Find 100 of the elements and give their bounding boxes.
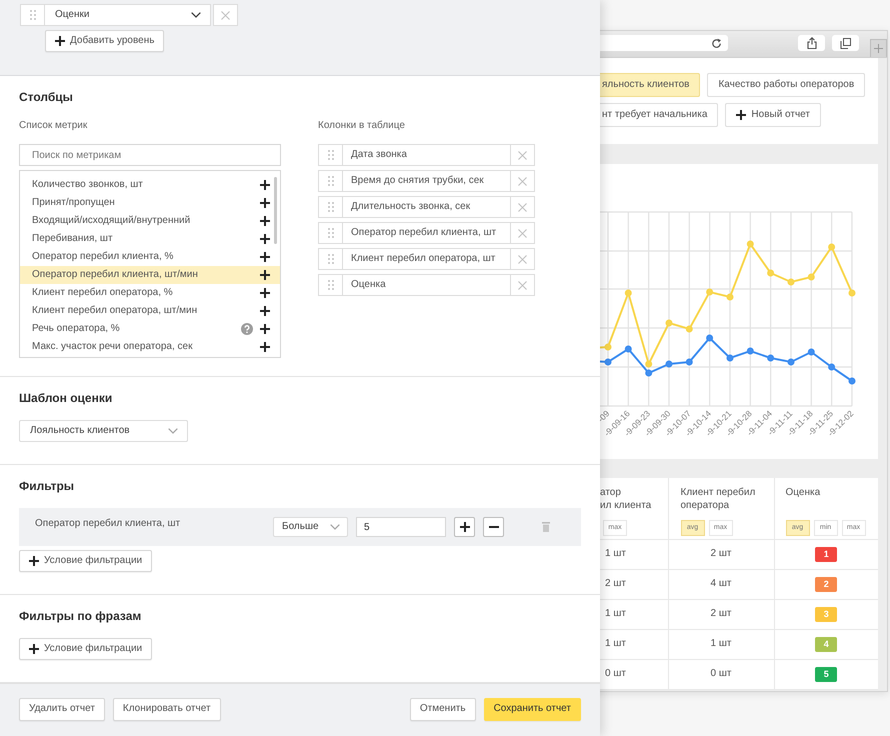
operator-select[interactable]: Больше (273, 517, 348, 537)
primary-button[interactable]: Сохранить отчет (484, 698, 581, 721)
remove-button[interactable] (510, 196, 535, 218)
plus-icon (736, 110, 746, 120)
plus-icon (29, 644, 39, 654)
grip-icon (328, 280, 334, 290)
remove-button[interactable] (510, 170, 535, 192)
field-label: Список метрик (19, 119, 88, 133)
metric-item[interactable]: Речь оператора, % (20, 320, 280, 338)
template-select[interactable]: Лояльность клиентов (19, 420, 188, 442)
drag-handle[interactable] (20, 4, 45, 26)
plus-icon (874, 44, 884, 53)
add-condition-button[interactable]: Условие фильтрации (19, 550, 152, 572)
new-report-button[interactable]: Новый отчет (725, 103, 821, 127)
data-point (788, 358, 794, 366)
data-point (726, 294, 734, 300)
table-cell: 2 шт (668, 600, 774, 630)
column-name: Оператор перебил клиента, шт (342, 222, 511, 244)
metric-item[interactable]: Входящий/исходящий/внутренний (20, 212, 280, 230)
trash-icon (542, 522, 550, 532)
drag-handle[interactable] (318, 248, 343, 270)
close-icon (221, 10, 230, 20)
plus-icon (260, 288, 270, 298)
metric-item[interactable]: Количество звонков, шт (20, 176, 280, 194)
remove-button[interactable] (510, 144, 535, 166)
data-point (666, 360, 672, 368)
plus-icon (260, 252, 270, 262)
data-point (645, 370, 652, 376)
footer-button[interactable]: Отменить (410, 698, 476, 721)
drag-handle[interactable] (318, 170, 343, 192)
table-cell: 4 шт (668, 570, 774, 600)
metric-item[interactable]: Клиент перебил оператора, шт/мин (20, 302, 280, 320)
plus-icon (260, 306, 270, 316)
plus-icon (460, 522, 470, 532)
column-name: Клиент перебил оператора, шт (342, 248, 511, 270)
add-level-button[interactable]: Добавить уровень (45, 30, 164, 52)
metric-item[interactable]: Перебивания, шт (20, 230, 280, 248)
close-icon (518, 202, 527, 212)
column-header: Оценка (786, 486, 820, 499)
drag-handle[interactable] (318, 222, 343, 244)
data-point (645, 360, 652, 368)
decrement-button[interactable] (483, 517, 504, 537)
metric-item[interactable]: Макс. участок речи оператора, сек (20, 338, 280, 356)
column-name: Дата звонка (342, 144, 511, 166)
score-badge: 3 (815, 607, 838, 622)
remove-button[interactable] (510, 248, 535, 270)
section-title: Фильтры по фразам (19, 608, 142, 624)
close-icon (518, 228, 527, 238)
data-point (666, 320, 672, 326)
plus-icon (260, 324, 270, 334)
remove-button[interactable] (510, 222, 535, 244)
add-condition-button[interactable]: Условие фильтрации (19, 638, 152, 660)
scrollbar-thumb[interactable] (274, 177, 277, 244)
metric-item[interactable]: Клиент перебил оператора, % (20, 284, 280, 302)
tabs-button[interactable] (832, 35, 860, 51)
data-point (726, 354, 734, 362)
section-title: Фильтры (19, 478, 76, 494)
close-icon (518, 176, 527, 186)
data-point (767, 354, 774, 362)
plus-icon (260, 198, 270, 208)
data-point (828, 364, 836, 370)
tabs-icon (840, 38, 852, 48)
metric-item[interactable]: Принят/пропущен (20, 194, 280, 212)
data-point (686, 326, 693, 332)
chevron-icon (330, 524, 340, 530)
new-tab-button[interactable] (870, 39, 887, 57)
remove-button[interactable] (213, 4, 238, 26)
remove-button[interactable] (510, 274, 535, 296)
delete-button[interactable] (542, 522, 550, 532)
table-cell: 1 шт (668, 630, 774, 660)
footer-button[interactable]: Клонировать отчет (112, 698, 221, 721)
chevron-icon (191, 12, 201, 18)
table-cell: 2 шт (668, 540, 774, 570)
grip-icon (328, 228, 334, 238)
level-select[interactable]: Оценки (44, 4, 211, 26)
increment-button[interactable] (454, 517, 475, 537)
chevron-icon (168, 428, 178, 434)
column-header: атор ил клиента (600, 486, 652, 512)
drag-handle[interactable] (318, 144, 343, 166)
table-cell: 0 шт (668, 660, 774, 690)
data-point (808, 348, 815, 356)
minus-icon (488, 526, 498, 528)
drag-handle[interactable] (318, 196, 343, 218)
data-point (624, 290, 632, 296)
data-point (706, 288, 714, 296)
metric-item[interactable]: Оператор перебил клиента, шт/мин (20, 266, 280, 284)
data-point (624, 346, 632, 352)
field-label: Колонки в таблице (318, 119, 406, 133)
search-field[interactable]: Поиск по метрикам (19, 144, 281, 166)
drag-handle[interactable] (318, 274, 343, 296)
data-point (788, 278, 794, 286)
value-field[interactable]: 5 (356, 517, 446, 537)
report-tab[interactable]: Качество работы операторов (707, 73, 866, 97)
data-point (808, 274, 815, 280)
plus-icon (55, 36, 65, 46)
footer-button[interactable]: Удалить отчет (19, 698, 105, 721)
metric-item[interactable]: Оператор перебил клиента, % (20, 248, 280, 266)
share-icon (806, 37, 817, 49)
share-button[interactable] (798, 35, 826, 51)
grip-icon (328, 150, 334, 160)
